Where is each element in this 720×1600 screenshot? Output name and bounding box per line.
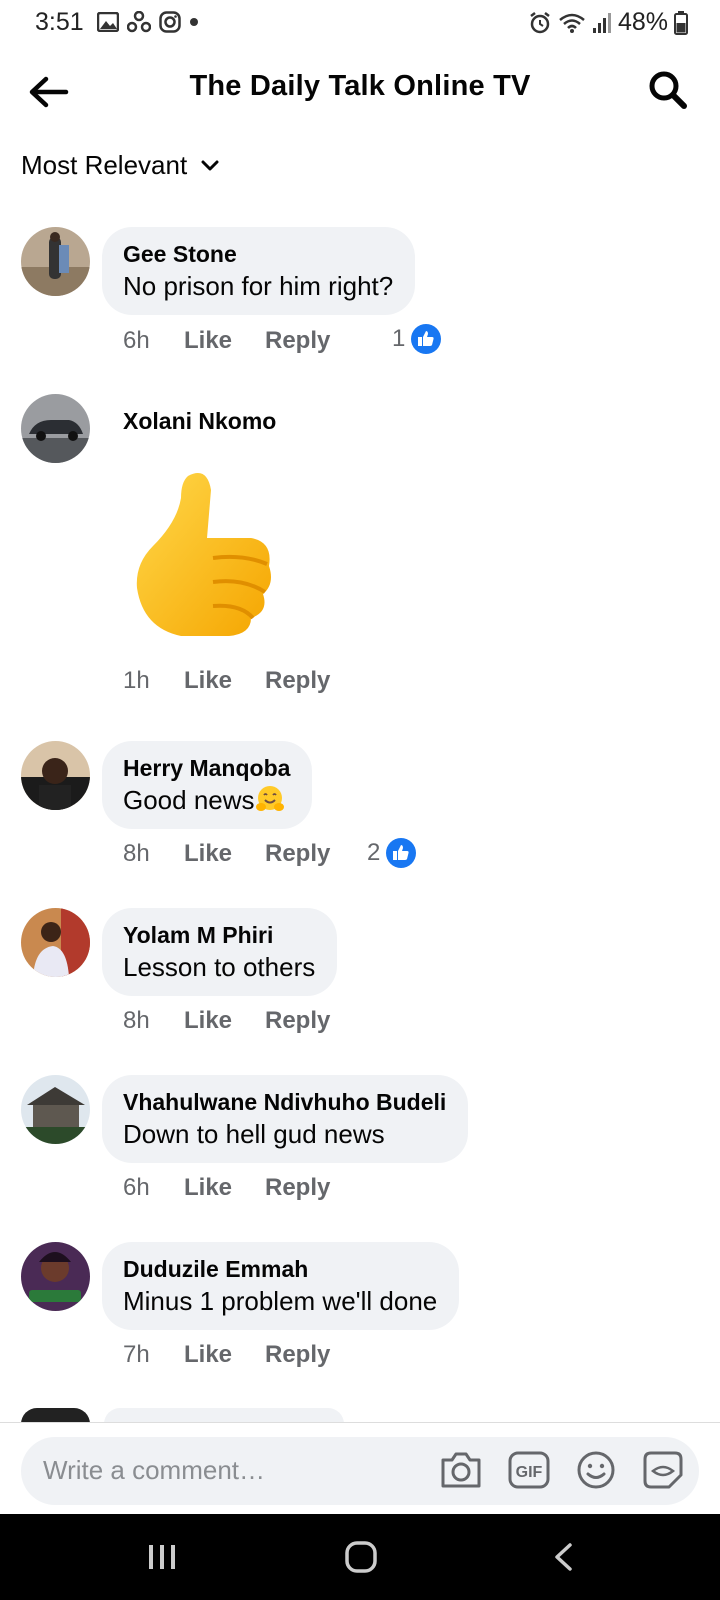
comment-time: 1h — [123, 667, 150, 694]
sort-dropdown[interactable]: Most Relevant — [21, 150, 219, 181]
composer-tools: GIF — [439, 1449, 685, 1491]
system-nav-bar — [0, 1514, 720, 1600]
comment-input[interactable]: Write a comment… GIF — [21, 1437, 699, 1505]
top-bar: The Daily Talk Online TV — [0, 50, 720, 130]
reply-button[interactable]: Reply — [265, 1007, 330, 1035]
wifi-icon — [559, 13, 585, 33]
reaction-number: 2 — [367, 839, 381, 866]
comment-time: 8h — [123, 840, 150, 867]
comment-actions: 6h Like Reply — [123, 1174, 330, 1202]
instagram-icon — [159, 11, 181, 33]
comment-bubble[interactable]: Vhahulwane Ndivhuho Budeli Down to hell … — [102, 1075, 469, 1163]
comment-actions: 8h Like Reply — [123, 1007, 330, 1035]
comment-actions: 6h Like Reply — [123, 327, 330, 355]
recent-apps-icon[interactable] — [147, 1542, 177, 1572]
sort-label: Most Relevant — [21, 150, 188, 180]
alarm-icon — [530, 11, 550, 33]
back-nav-icon[interactable] — [552, 1542, 574, 1572]
notification-icons — [97, 11, 199, 33]
comment-time: 7h — [123, 1341, 150, 1368]
comment-author[interactable]: Herry Manqoba — [123, 753, 290, 783]
comment-text: Down to hell gud news — [123, 1119, 385, 1149]
avatar[interactable] — [21, 1075, 90, 1144]
reaction-count[interactable]: 2 — [367, 838, 417, 868]
like-button[interactable]: Like — [184, 327, 265, 355]
like-button[interactable]: Like — [184, 1007, 265, 1035]
comment-bubble[interactable]: Gee Stone No prison for him right? — [102, 227, 416, 315]
avatar[interactable] — [21, 741, 90, 810]
reaction-count[interactable]: 1 — [392, 324, 442, 354]
avatar[interactable] — [21, 394, 90, 463]
comment-author[interactable]: Xolani Nkomo — [123, 406, 276, 436]
search-icon[interactable] — [646, 68, 690, 112]
emoji-icon[interactable] — [575, 1449, 617, 1491]
status-bar: 3:51 48% — [0, 0, 720, 46]
dot-icon — [190, 18, 198, 26]
reply-button[interactable]: Reply — [265, 1341, 330, 1369]
svg-text:GIF: GIF — [516, 1464, 543, 1481]
hugging-face-emoji-icon — [255, 786, 284, 811]
reply-button[interactable]: Reply — [265, 327, 330, 355]
avatar[interactable] — [21, 1242, 90, 1311]
reply-button[interactable]: Reply — [265, 667, 330, 695]
comment-author[interactable]: Yolam M Phiri — [123, 920, 315, 950]
thumbs-up-reaction-icon — [386, 838, 417, 868]
like-button[interactable]: Like — [184, 1174, 265, 1202]
page-title: The Daily Talk Online TV — [189, 70, 531, 102]
camera-icon[interactable] — [439, 1450, 483, 1490]
avatar-sticker-icon[interactable] — [641, 1449, 685, 1491]
gif-icon[interactable]: GIF — [507, 1450, 551, 1490]
reaction-number: 1 — [392, 325, 406, 352]
comment-bubble[interactable]: Yolam M Phiri Lesson to others — [102, 908, 338, 996]
battery-icon — [674, 10, 688, 35]
gallery-icon — [97, 12, 119, 32]
comment-text: Good news — [123, 783, 290, 817]
avatar[interactable] — [21, 227, 90, 296]
comment-text: Lesson to others — [123, 952, 316, 982]
comment-text: Minus 1 problem we'll done — [123, 1286, 438, 1316]
reply-button[interactable]: Reply — [265, 1174, 330, 1202]
comment-time: 6h — [123, 327, 150, 354]
like-button[interactable]: Like — [184, 840, 265, 868]
comment-actions: 7h Like Reply — [123, 1341, 330, 1369]
comment-author[interactable]: Duduzile Emmah — [123, 1254, 437, 1284]
comment-composer-bar: Write a comment… GIF — [0, 1422, 720, 1515]
chevron-down-icon — [201, 160, 219, 170]
battery-percent: 48% — [617, 8, 668, 36]
thumbs-up-reaction-icon — [411, 324, 442, 354]
status-time: 3:51 — [35, 8, 84, 36]
reply-button[interactable]: Reply — [265, 840, 330, 868]
status-right: 48% — [528, 8, 688, 37]
comment-bubble[interactable]: Herry Manqoba Good news — [102, 741, 313, 829]
comment-time: 6h — [123, 1174, 150, 1201]
comment-text: No prison for him right? — [123, 271, 394, 301]
like-button[interactable]: Like — [184, 1341, 265, 1369]
sync-icon — [127, 11, 151, 33]
comment-bubble[interactable]: Duduzile Emmah Minus 1 problem we'll don… — [102, 1242, 460, 1330]
comment-author[interactable]: Vhahulwane Ndivhuho Budeli — [123, 1087, 446, 1117]
home-icon[interactable] — [344, 1540, 378, 1574]
avatar[interactable] — [21, 908, 90, 977]
comment-actions: 1h Like Reply — [123, 667, 330, 695]
comment-placeholder: Write a comment… — [43, 1455, 266, 1485]
comment-author[interactable]: Gee Stone — [123, 239, 393, 269]
comment-actions: 8h Like Reply — [123, 840, 330, 868]
comment-header: Xolani Nkomo — [102, 394, 298, 448]
comment-time: 8h — [123, 1007, 150, 1034]
like-button[interactable]: Like — [184, 667, 265, 695]
signal-icon — [592, 12, 611, 33]
thumbs-up-sticker-icon[interactable] — [133, 468, 283, 643]
